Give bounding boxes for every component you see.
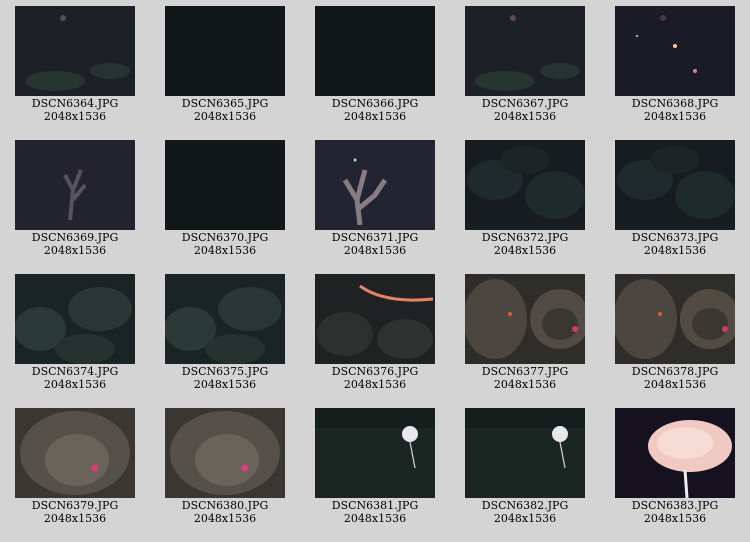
thumbnail-image[interactable] — [615, 408, 735, 498]
file-name: DSCN6379.JPG — [31, 499, 119, 512]
thumbnail-item[interactable]: DSCN6383.JPG 2048x1536 — [615, 408, 735, 538]
thumbnail-item[interactable]: DSCN6366.JPG 2048x1536 — [315, 6, 435, 136]
thumbnail-image[interactable] — [465, 6, 585, 96]
file-name: DSCN6373.JPG — [631, 231, 719, 244]
thumbnail-item[interactable]: DSCN6379.JPG 2048x1536 — [15, 408, 135, 538]
thumbnail-image[interactable] — [15, 274, 135, 364]
image-dimensions: 2048x1536 — [43, 244, 107, 257]
thumbnail-item[interactable]: DSCN6375.JPG 2048x1536 — [165, 274, 285, 404]
thumbnail-item[interactable]: DSCN6370.JPG 2048x1536 — [165, 140, 285, 270]
file-name: DSCN6369.JPG — [31, 231, 119, 244]
thumbnail-item[interactable]: DSCN6376.JPG 2048x1536 — [315, 274, 435, 404]
thumbnail-item[interactable]: DSCN6377.JPG 2048x1536 — [465, 274, 585, 404]
thumbnail-image[interactable] — [15, 140, 135, 230]
thumbnail-image[interactable] — [165, 274, 285, 364]
image-dimensions: 2048x1536 — [493, 244, 557, 257]
thumbnail-image[interactable] — [615, 274, 735, 364]
file-name: DSCN6372.JPG — [481, 231, 569, 244]
thumbnail-image[interactable] — [465, 140, 585, 230]
image-dimensions: 2048x1536 — [193, 110, 257, 123]
file-name: DSCN6377.JPG — [481, 365, 569, 378]
thumbnail-item[interactable]: DSCN6365.JPG 2048x1536 — [165, 6, 285, 136]
file-name: DSCN6371.JPG — [331, 231, 419, 244]
thumbnail-image[interactable] — [615, 140, 735, 230]
file-name: DSCN6375.JPG — [181, 365, 269, 378]
file-name: DSCN6383.JPG — [631, 499, 719, 512]
file-name: DSCN6365.JPG — [181, 97, 269, 110]
image-dimensions: 2048x1536 — [493, 512, 557, 525]
thumbnail-image[interactable] — [315, 6, 435, 96]
image-dimensions: 2048x1536 — [643, 378, 707, 391]
thumbnail-item[interactable]: DSCN6372.JPG 2048x1536 — [465, 140, 585, 270]
file-name: DSCN6378.JPG — [631, 365, 719, 378]
thumbnail-image[interactable] — [465, 274, 585, 364]
thumbnail-image[interactable] — [165, 140, 285, 230]
thumbnail-item[interactable]: DSCN6368.JPG 2048x1536 — [615, 6, 735, 136]
file-name: DSCN6370.JPG — [181, 231, 269, 244]
thumbnail-item[interactable]: DSCN6364.JPG 2048x1536 — [15, 6, 135, 136]
image-dimensions: 2048x1536 — [343, 512, 407, 525]
file-name: DSCN6380.JPG — [181, 499, 269, 512]
thumbnail-image[interactable] — [15, 408, 135, 498]
file-name: DSCN6366.JPG — [331, 97, 419, 110]
thumbnail-image[interactable] — [165, 6, 285, 96]
file-name: DSCN6368.JPG — [631, 97, 719, 110]
thumbnail-image[interactable] — [15, 6, 135, 96]
image-dimensions: 2048x1536 — [343, 378, 407, 391]
thumbnail-item[interactable]: DSCN6373.JPG 2048x1536 — [615, 140, 735, 270]
image-dimensions: 2048x1536 — [343, 110, 407, 123]
image-dimensions: 2048x1536 — [193, 512, 257, 525]
image-dimensions: 2048x1536 — [493, 110, 557, 123]
image-dimensions: 2048x1536 — [493, 378, 557, 391]
thumbnail-image[interactable] — [315, 274, 435, 364]
thumbnail-item[interactable]: DSCN6382.JPG 2048x1536 — [465, 408, 585, 538]
image-dimensions: 2048x1536 — [193, 244, 257, 257]
file-name: DSCN6364.JPG — [31, 97, 119, 110]
thumbnail-item[interactable]: DSCN6378.JPG 2048x1536 — [615, 274, 735, 404]
thumbnail-item[interactable]: DSCN6367.JPG 2048x1536 — [465, 6, 585, 136]
image-dimensions: 2048x1536 — [193, 378, 257, 391]
file-name: DSCN6374.JPG — [31, 365, 119, 378]
file-name: DSCN6381.JPG — [331, 499, 419, 512]
image-dimensions: 2048x1536 — [43, 512, 107, 525]
thumbnail-item[interactable]: DSCN6369.JPG 2048x1536 — [15, 140, 135, 270]
image-dimensions: 2048x1536 — [43, 110, 107, 123]
thumbnail-grid: DSCN6364.JPG 2048x1536 DSCN6365.JPG 2048x15… — [0, 0, 750, 542]
thumbnail-image[interactable] — [615, 6, 735, 96]
image-dimensions: 2048x1536 — [643, 110, 707, 123]
thumbnail-image[interactable] — [315, 408, 435, 498]
thumbnail-item[interactable]: DSCN6381.JPG 2048x1536 — [315, 408, 435, 538]
file-name: DSCN6382.JPG — [481, 499, 569, 512]
thumbnail-image[interactable] — [465, 408, 585, 498]
image-dimensions: 2048x1536 — [643, 512, 707, 525]
image-dimensions: 2048x1536 — [643, 244, 707, 257]
thumbnail-image[interactable] — [315, 140, 435, 230]
thumbnail-item[interactable]: DSCN6371.JPG 2048x1536 — [315, 140, 435, 270]
file-name: DSCN6376.JPG — [331, 365, 419, 378]
thumbnail-image[interactable] — [165, 408, 285, 498]
image-dimensions: 2048x1536 — [43, 378, 107, 391]
thumbnail-item[interactable]: DSCN6374.JPG 2048x1536 — [15, 274, 135, 404]
image-dimensions: 2048x1536 — [343, 244, 407, 257]
thumbnail-item[interactable]: DSCN6380.JPG 2048x1536 — [165, 408, 285, 538]
file-name: DSCN6367.JPG — [481, 97, 569, 110]
